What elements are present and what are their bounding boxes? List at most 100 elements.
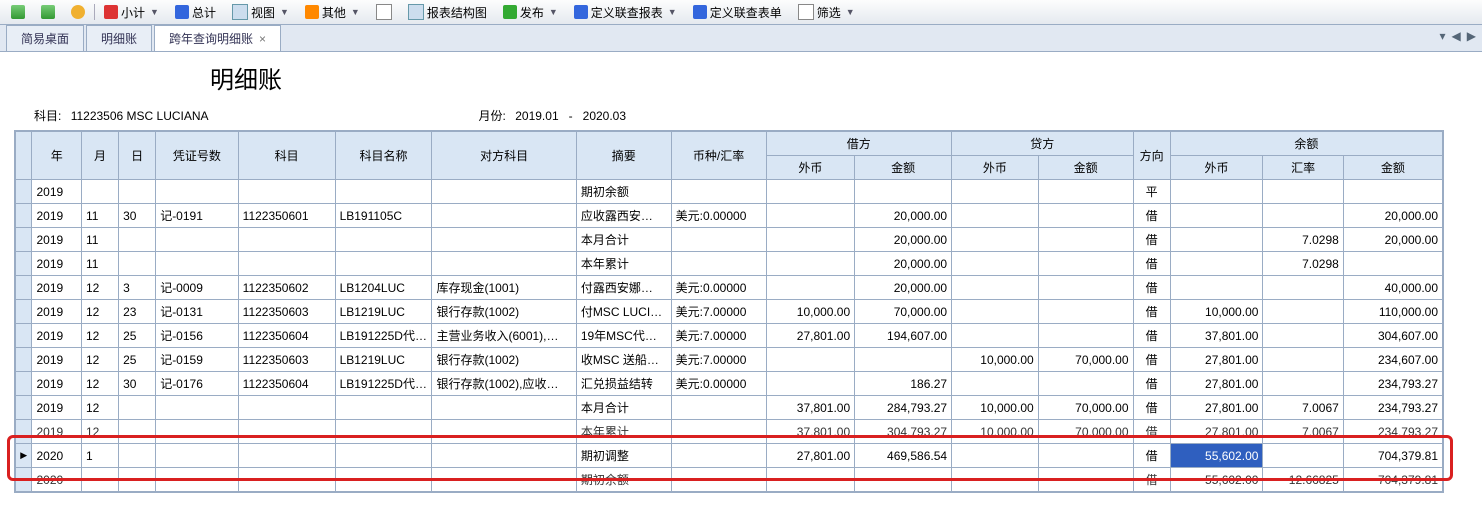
table-row[interactable]: 20191130记-01911122350601LB191105C应收露西安…美… [16, 204, 1443, 228]
cell-summ[interactable]: 期初余额 [576, 180, 671, 204]
cell-dir[interactable]: 借 [1133, 444, 1170, 468]
cell-dir[interactable]: 借 [1133, 396, 1170, 420]
cell-sname[interactable] [335, 396, 432, 420]
table-row[interactable]: 2019期初余额平 [16, 180, 1443, 204]
cell-vno[interactable] [156, 444, 238, 468]
cell-cur[interactable] [671, 228, 766, 252]
cell-bamt[interactable]: 234,793.27 [1343, 372, 1442, 396]
table-row[interactable]: ▶20201期初调整27,801.00469,586.54借55,602.007… [16, 444, 1443, 468]
cell-opp[interactable] [432, 396, 576, 420]
cell-sname[interactable] [335, 252, 432, 276]
cell-vno[interactable] [156, 420, 238, 444]
cell-cfc[interactable]: 10,000.00 [952, 348, 1039, 372]
cell-opp[interactable] [432, 420, 576, 444]
cell-bamt[interactable]: 20,000.00 [1343, 204, 1442, 228]
cell-camt[interactable] [1038, 252, 1133, 276]
col-direction[interactable]: 方向 [1133, 132, 1170, 180]
cell-camt[interactable] [1038, 276, 1133, 300]
cell-vno[interactable] [156, 252, 238, 276]
tabs-left-icon[interactable]: ◀ [1452, 29, 1461, 43]
cell-cur[interactable]: 美元:7.00000 [671, 348, 766, 372]
cell-camt[interactable]: 70,000.00 [1038, 420, 1133, 444]
toolbar-icon[interactable] [4, 2, 32, 22]
cell-sub[interactable] [238, 228, 335, 252]
toolbar-筛选[interactable]: 筛选▼ [791, 1, 862, 24]
cell-brate[interactable]: 7.0298 [1263, 228, 1343, 252]
cell-damt[interactable]: 284,793.27 [855, 396, 952, 420]
cell-cur[interactable] [671, 252, 766, 276]
cell-brate[interactable] [1263, 444, 1343, 468]
cell-damt[interactable]: 20,000.00 [855, 204, 952, 228]
cell-m[interactable]: 12 [81, 420, 118, 444]
cell-brate[interactable]: 7.0067 [1263, 396, 1343, 420]
cell-opp[interactable] [432, 180, 576, 204]
row-selector[interactable] [16, 300, 32, 324]
cell-m[interactable]: 12 [81, 348, 118, 372]
cell-brate[interactable]: 12.66825 [1263, 468, 1343, 492]
cell-dfc[interactable] [766, 252, 855, 276]
cell-bamt[interactable] [1343, 180, 1442, 204]
cell-opp[interactable] [432, 204, 576, 228]
row-selector[interactable] [16, 252, 32, 276]
cell-damt[interactable]: 186.27 [855, 372, 952, 396]
cell-dfc[interactable] [766, 180, 855, 204]
cell-m[interactable]: 12 [81, 324, 118, 348]
cell-brate[interactable] [1263, 276, 1343, 300]
cell-sname[interactable]: LB1219LUC [335, 300, 432, 324]
cell-vno[interactable]: 记-0191 [156, 204, 238, 228]
cell-dir[interactable]: 借 [1133, 252, 1170, 276]
cell-camt[interactable] [1038, 444, 1133, 468]
cell-dir[interactable]: 借 [1133, 276, 1170, 300]
cell-sname[interactable]: LB1219LUC [335, 348, 432, 372]
cell-d[interactable] [119, 252, 156, 276]
table-row[interactable]: 201911本月合计20,000.00借7.029820,000.00 [16, 228, 1443, 252]
cell-cfc[interactable] [952, 444, 1039, 468]
cell-m[interactable]: 12 [81, 276, 118, 300]
cell-dir[interactable]: 平 [1133, 180, 1170, 204]
cell-summ[interactable]: 收MSC 送船… [576, 348, 671, 372]
cell-bamt[interactable]: 234,793.27 [1343, 396, 1442, 420]
cell-m[interactable]: 1 [81, 444, 118, 468]
cell-bamt[interactable]: 304,607.00 [1343, 324, 1442, 348]
col-debit-amt[interactable]: 金额 [855, 156, 952, 180]
cell-m[interactable]: 11 [81, 228, 118, 252]
tab-明细账[interactable]: 明细账 [86, 25, 152, 51]
table-row[interactable]: 2020期初余额借55,602.0012.66825704,379.81 [16, 468, 1443, 492]
cell-y[interactable]: 2019 [32, 252, 81, 276]
cell-vno[interactable]: 记-0131 [156, 300, 238, 324]
cell-camt[interactable] [1038, 468, 1133, 492]
row-selector[interactable] [16, 228, 32, 252]
cell-dir[interactable]: 借 [1133, 204, 1170, 228]
toolbar-发布[interactable]: 发布▼ [496, 1, 565, 24]
table-row[interactable]: 20191230记-01761122350604LB191225D代…银行存款(… [16, 372, 1443, 396]
col-bal-rate[interactable]: 汇率 [1263, 156, 1343, 180]
cell-dir[interactable]: 借 [1133, 300, 1170, 324]
cell-damt[interactable]: 20,000.00 [855, 252, 952, 276]
toolbar-总计[interactable]: 总计 [168, 1, 223, 24]
cell-opp[interactable] [432, 252, 576, 276]
cell-brate[interactable]: 7.0067 [1263, 420, 1343, 444]
cell-y[interactable]: 2020 [32, 444, 81, 468]
cell-dir[interactable]: 借 [1133, 420, 1170, 444]
row-selector[interactable]: ▶ [16, 444, 32, 468]
col-currency[interactable]: 币种/汇率 [671, 132, 766, 180]
cell-m[interactable] [81, 468, 118, 492]
cell-cur[interactable]: 美元:7.00000 [671, 324, 766, 348]
cell-bfc[interactable]: 55,602.00 [1170, 468, 1263, 492]
cell-summ[interactable]: 本年累计 [576, 252, 671, 276]
cell-sub[interactable]: 1122350603 [238, 300, 335, 324]
cell-sub[interactable] [238, 468, 335, 492]
cell-dfc[interactable] [766, 372, 855, 396]
cell-d[interactable]: 25 [119, 348, 156, 372]
row-selector[interactable] [16, 204, 32, 228]
cell-dir[interactable]: 借 [1133, 468, 1170, 492]
cell-d[interactable]: 23 [119, 300, 156, 324]
cell-damt[interactable]: 469,586.54 [855, 444, 952, 468]
cell-d[interactable] [119, 396, 156, 420]
cell-cur[interactable]: 美元:0.00000 [671, 372, 766, 396]
cell-camt[interactable]: 70,000.00 [1038, 396, 1133, 420]
cell-bfc[interactable]: 27,801.00 [1170, 348, 1263, 372]
cell-bamt[interactable] [1343, 252, 1442, 276]
cell-vno[interactable]: 记-0009 [156, 276, 238, 300]
cell-camt[interactable] [1038, 228, 1133, 252]
